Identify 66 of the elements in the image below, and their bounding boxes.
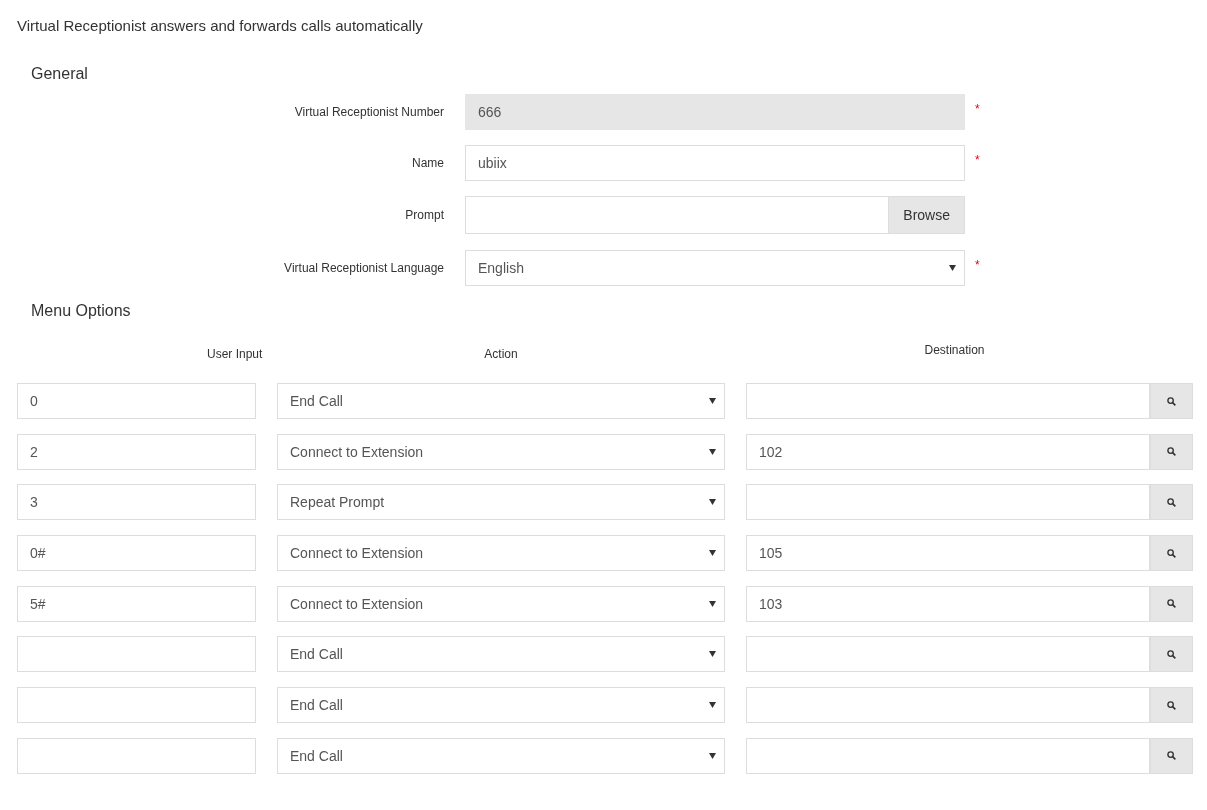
caret-icon	[709, 550, 716, 557]
caret-icon	[709, 702, 716, 709]
user-input-field[interactable]: 2	[17, 433, 256, 470]
action-select[interactable]: End Call	[277, 636, 725, 673]
search-icon	[1167, 396, 1176, 406]
column-header: Action	[484, 347, 518, 361]
field-label: Name	[411, 155, 445, 172]
browse-button[interactable]: Browse	[888, 196, 965, 234]
column-header: User Input	[207, 347, 263, 361]
search-button[interactable]	[1150, 484, 1193, 521]
action-select[interactable]: End Call	[277, 687, 725, 724]
required-mark: *	[975, 257, 980, 274]
search-button[interactable]	[1150, 687, 1193, 724]
caret-icon	[709, 448, 716, 455]
search-button[interactable]	[1150, 636, 1193, 673]
caret-icon	[709, 600, 716, 607]
search-icon	[1167, 447, 1176, 457]
search-icon	[1167, 700, 1176, 710]
action-select[interactable]: End Call	[277, 383, 725, 419]
search-icon	[1167, 649, 1176, 659]
destination-field[interactable]	[746, 636, 1150, 673]
user-input-field[interactable]	[17, 636, 256, 673]
user-input-field[interactable]: 3	[17, 484, 256, 521]
user-input-field[interactable]: 5#	[17, 585, 256, 622]
user-input-field[interactable]	[17, 737, 256, 774]
search-button[interactable]	[1150, 383, 1193, 419]
field-label: Virtual Receptionist Language	[283, 260, 445, 277]
search-icon	[1167, 599, 1176, 609]
caret-icon	[949, 265, 956, 271]
search-icon	[1167, 548, 1176, 558]
action-select[interactable]: Connect to Extension	[277, 433, 725, 470]
search-button[interactable]	[1150, 535, 1193, 572]
destination-field[interactable]	[746, 737, 1150, 774]
caret-icon	[709, 752, 716, 759]
search-button[interactable]	[1150, 585, 1193, 622]
action-select[interactable]: Repeat Prompt	[277, 484, 725, 521]
caret-icon	[709, 398, 716, 404]
search-button[interactable]	[1150, 433, 1193, 470]
destination-field[interactable]: 105	[746, 535, 1150, 572]
user-input-field[interactable]	[17, 687, 256, 724]
field-label: Prompt	[404, 207, 445, 224]
name-field[interactable]: ubiix	[465, 145, 965, 181]
caret-icon	[709, 651, 716, 658]
action-select[interactable]: Connect to Extension	[277, 535, 725, 572]
search-icon	[1167, 497, 1176, 507]
page-description: Virtual Receptionist answers and forwards calls automatically	[17, 16, 424, 36]
destination-field[interactable]: 102	[746, 433, 1150, 470]
search-icon	[1167, 751, 1176, 761]
caret-icon	[709, 499, 716, 506]
destination-field[interactable]	[746, 484, 1150, 521]
search-button[interactable]	[1150, 737, 1193, 774]
section-title: General	[31, 64, 89, 84]
user-input-field[interactable]: 0	[17, 383, 256, 419]
action-select[interactable]: End Call	[277, 737, 725, 774]
required-mark: *	[975, 101, 980, 118]
user-input-field[interactable]: 0#	[17, 535, 256, 572]
language-select[interactable]: English	[465, 250, 965, 286]
file-field[interactable]	[465, 196, 890, 234]
destination-field[interactable]	[746, 383, 1150, 419]
section-title: Menu Options	[31, 301, 132, 321]
destination-field[interactable]	[746, 687, 1150, 724]
destination-field[interactable]: 103	[746, 585, 1150, 622]
column-header: Destination	[924, 342, 985, 359]
field-label: Virtual Receptionist Number	[293, 104, 445, 121]
required-mark: *	[975, 152, 980, 169]
action-select[interactable]: Connect to Extension	[277, 585, 725, 622]
